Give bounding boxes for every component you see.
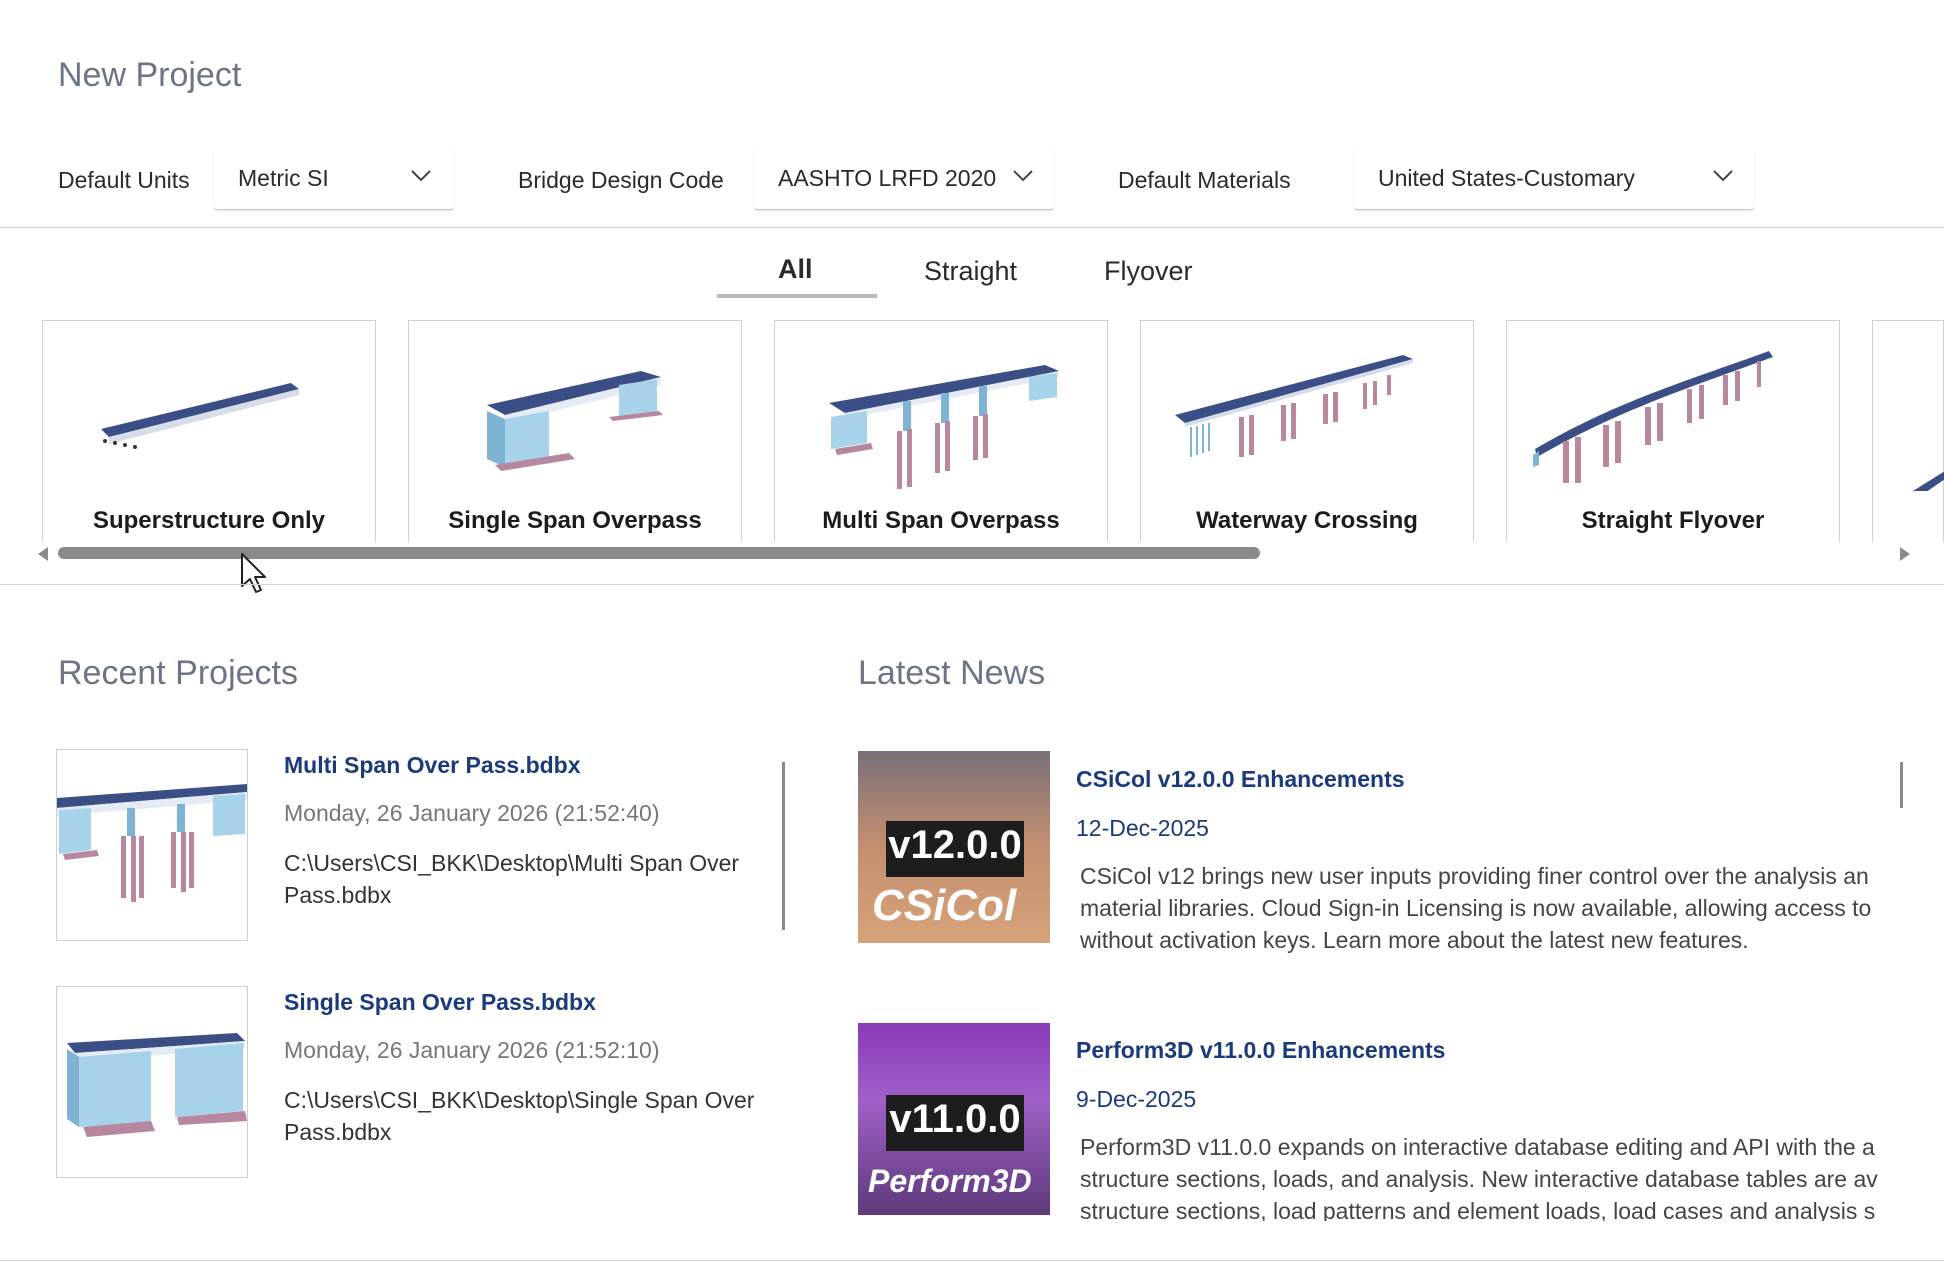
template-card-multi-span-overpass[interactable]: Multi Span Overpass — [774, 320, 1108, 542]
template-label: Multi Span Overpass — [822, 507, 1060, 534]
news-title[interactable]: CSiCol v12.0.0 Enhancements — [1076, 766, 1405, 793]
news-body-line: without activation keys. Learn more abou… — [1080, 927, 1749, 953]
default-materials-dropdown[interactable]: United States-Customary — [1354, 148, 1754, 210]
template-card-waterway-crossing[interactable]: Waterway Crossing — [1140, 320, 1474, 542]
template-card-straight-flyover[interactable]: Straight Flyover — [1506, 320, 1840, 542]
recent-project-path: C:\Users\CSI_BKK\Desktop\Multi Span Over… — [284, 850, 740, 908]
recent-project-name[interactable]: Multi Span Over Pass.bdbx — [284, 752, 581, 779]
recent-project-name[interactable]: Single Span Over Pass.bdbx — [284, 989, 596, 1016]
default-materials-label: Default Materials — [1118, 167, 1291, 193]
flyover-bridge-thumbnail — [1533, 351, 1773, 483]
latest-news-title: Latest News — [858, 654, 1046, 692]
chevron-down-icon — [1013, 170, 1033, 182]
multi-span-bridge-thumbnail — [829, 365, 1059, 489]
default-units-value: Metric SI — [238, 165, 329, 191]
template-card-partial[interactable] — [1872, 320, 1944, 542]
news-body-line: material libraries. Cloud Sign-in Licens… — [1080, 895, 1872, 921]
multi-span-bridge-thumbnail — [57, 784, 247, 902]
single-span-bridge-thumbnail — [487, 371, 663, 471]
tab-flyover[interactable]: Flyover — [1104, 256, 1193, 287]
template-label: Waterway Crossing — [1196, 507, 1418, 534]
page-title: New Project — [58, 56, 242, 94]
news-body-line: Perform3D v11.0.0 expands on interactive… — [1080, 1134, 1875, 1160]
news-thumbnail-csicol[interactable]: v12.0.0 CSiCol — [858, 751, 1050, 943]
recent-project-date: Monday, 26 January 2026 (21:52:10) — [284, 1037, 660, 1063]
recent-project-path: C:\Users\CSI_BKK\Desktop\Single Span Ove… — [284, 1087, 755, 1145]
default-units-label: Default Units — [58, 167, 190, 193]
news-body-line: structure sections, loads, and analysis.… — [1080, 1166, 1878, 1192]
superstructure-bridge-thumbnail — [101, 383, 299, 449]
tab-straight[interactable]: Straight — [924, 256, 1017, 287]
scroll-right-arrow[interactable] — [1898, 545, 1912, 563]
news-date: 9-Dec-2025 — [1076, 1086, 1197, 1112]
bridge-design-code-label: Bridge Design Code — [518, 167, 724, 193]
tab-all[interactable]: All — [778, 254, 813, 285]
news-body-line: structure sections, load patterns and el… — [1080, 1198, 1876, 1221]
divider — [0, 227, 1944, 228]
waterway-bridge-thumbnail — [1175, 355, 1413, 457]
divider — [0, 584, 1944, 585]
divider — [0, 1260, 1944, 1261]
template-label: Single Span Overpass — [448, 507, 702, 534]
template-label: Straight Flyover — [1581, 507, 1765, 534]
bridge-design-code-dropdown[interactable]: AASHTO LRFD 2020 — [754, 148, 1054, 210]
news-title[interactable]: Perform3D v11.0.0 Enhancements — [1076, 1037, 1445, 1064]
news-thumbnail-version: v11.0.0 — [889, 1097, 1021, 1141]
template-label: Superstructure Only — [92, 507, 326, 534]
news-thumbnail-version: v12.0.0 — [888, 823, 1022, 867]
default-units-dropdown[interactable]: Metric SI — [214, 148, 454, 210]
recent-project-date: Monday, 26 January 2026 (21:52:40) — [284, 800, 660, 826]
chevron-down-icon — [411, 170, 431, 182]
recent-projects-scrollbar[interactable] — [782, 762, 785, 930]
bridge-thumbnail — [1913, 471, 1944, 491]
horizontal-scrollbar-thumb[interactable] — [58, 547, 1260, 559]
news-thumbnail-brand: Perform3D — [868, 1163, 1032, 1199]
template-card-single-span-overpass[interactable]: Single Span Overpass — [408, 320, 742, 542]
news-thumbnail-brand: CSiCol — [872, 881, 1017, 930]
template-card-superstructure-only[interactable]: Superstructure Only — [42, 320, 376, 542]
news-thumbnail-perform3d[interactable]: v11.0.0 Perform3D — [858, 1023, 1050, 1215]
default-materials-value: United States-Customary — [1378, 165, 1635, 191]
recent-project-thumbnail[interactable] — [56, 986, 248, 1178]
tab-all-underline — [717, 294, 877, 298]
recent-projects-title: Recent Projects — [58, 654, 298, 692]
news-scrollbar[interactable] — [1900, 762, 1903, 808]
single-span-bridge-thumbnail — [67, 1033, 247, 1137]
mouse-cursor-icon — [241, 553, 266, 593]
recent-project-thumbnail[interactable] — [56, 749, 248, 941]
news-body-line: CSiCol v12 brings new user inputs provid… — [1080, 863, 1869, 889]
bridge-design-code-value: AASHTO LRFD 2020 — [778, 165, 997, 191]
news-date: 12-Dec-2025 — [1076, 815, 1209, 841]
scroll-left-arrow[interactable] — [36, 545, 50, 563]
chevron-down-icon — [1713, 170, 1733, 182]
